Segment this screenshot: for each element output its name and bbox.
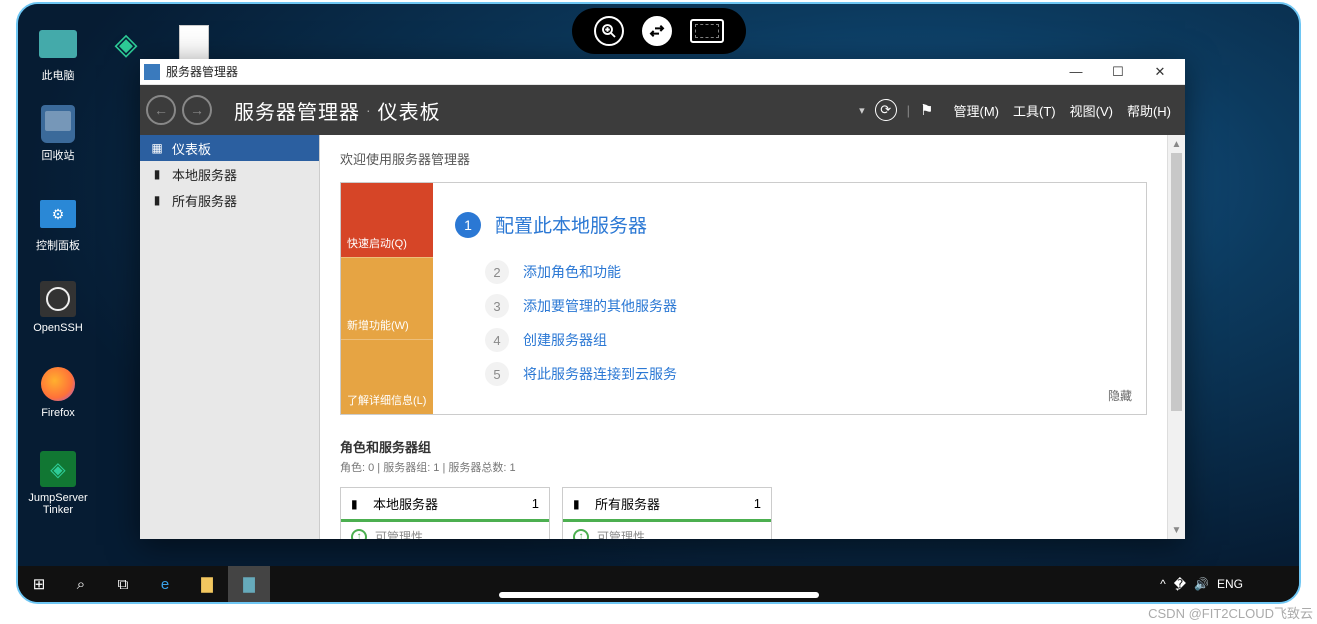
hide-link[interactable]: 隐藏 [1108, 387, 1132, 404]
icon-label: 控制面板 [36, 240, 80, 252]
tray-language[interactable]: ENG [1217, 577, 1243, 591]
task-view-button[interactable]: ⧉ [102, 566, 144, 602]
desktop-icon-firefox[interactable]: Firefox [28, 364, 88, 419]
scroll-down-button[interactable]: ▼ [1168, 521, 1185, 539]
group-tile-all[interactable]: ▮所有服务器1 ↑可管理性 [562, 487, 772, 539]
groups-sub: 角色: 0 | 服务器组: 1 | 服务器总数: 1 [340, 459, 1147, 475]
sidebar-item-local-server[interactable]: ▮ 本地服务器 [140, 161, 319, 187]
icon-label: Firefox [41, 407, 75, 419]
scroll-up-button[interactable]: ▲ [1168, 135, 1185, 153]
vertical-scrollbar[interactable]: ▲ ▼ [1167, 135, 1185, 539]
breadcrumb-app: 服务器管理器 [234, 96, 360, 125]
sidebar-item-all-servers[interactable]: ▮ 所有服务器 [140, 187, 319, 213]
refresh-icon[interactable]: ⟳ [875, 99, 897, 121]
icon-label: 此电脑 [42, 70, 75, 82]
status-ok-icon: ↑ [351, 529, 367, 540]
remote-toolbar [572, 8, 746, 54]
menu-tools[interactable]: 工具(T) [1013, 101, 1056, 120]
titlebar[interactable]: 服务器管理器 — ☐ ✕ [140, 59, 1185, 85]
breadcrumb-sep: · [366, 102, 372, 118]
sidebar-item-label: 本地服务器 [172, 165, 237, 184]
step-add-servers[interactable]: 3添加要管理的其他服务器 [485, 294, 1124, 318]
category-whats-new[interactable]: 新增功能(W) [341, 257, 433, 338]
step-cloud-connect[interactable]: 5将此服务器连接到云服务 [485, 362, 1124, 386]
remote-session-frame: 此电脑 回收站 ⚙控制面板 OpenSSH Firefox ◈JumpServe… [16, 2, 1301, 604]
desktop-icon-control-panel[interactable]: ⚙控制面板 [28, 194, 88, 253]
category-learn-more[interactable]: 了解详细信息(L) [341, 339, 433, 414]
back-button[interactable]: ← [146, 95, 176, 125]
tray-network-icon[interactable]: �ָ [1174, 577, 1186, 591]
zoom-in-icon[interactable] [594, 16, 624, 46]
group-tile-local[interactable]: ▮本地服务器1 ↑可管理性 [340, 487, 550, 539]
gesture-handle[interactable] [499, 592, 819, 598]
tray-volume-icon[interactable]: 🔊 [1194, 577, 1209, 591]
breadcrumb: 服务器管理器 · 仪表板 [234, 96, 441, 125]
icon-label: OpenSSH [33, 322, 83, 334]
menu-view[interactable]: 视图(V) [1070, 101, 1113, 120]
welcome-card: 快速启动(Q) 新增功能(W) 了解详细信息(L) 1配置此本地服务器 2添加角… [340, 182, 1147, 415]
groups-header: 角色和服务器组 [340, 437, 1147, 456]
icon-label: 回收站 [42, 150, 75, 162]
flag-icon[interactable]: ⚑ [920, 101, 933, 119]
dashboard-icon: ▦ [150, 141, 164, 155]
sidebar-item-label: 所有服务器 [172, 191, 237, 210]
group-count: 1 [532, 496, 539, 511]
keyboard-icon[interactable] [690, 19, 724, 43]
sidebar: ▦ 仪表板 ▮ 本地服务器 ▮ 所有服务器 [140, 135, 320, 539]
forward-button[interactable]: → [182, 95, 212, 125]
ribbon: ← → 服务器管理器 · 仪表板 ▾ ⟳ | ⚑ 管理(M) 工具(T) 视 [140, 85, 1185, 135]
tray-chevron-icon[interactable]: ^ [1160, 577, 1166, 591]
taskbar-explorer[interactable]: ▇ [186, 566, 228, 602]
sidebar-item-dashboard[interactable]: ▦ 仪表板 [140, 135, 319, 161]
desktop-icon-openssh[interactable]: OpenSSH [28, 279, 88, 334]
search-button[interactable]: ⌕ [60, 566, 102, 602]
taskbar-server-manager[interactable]: ▇ [228, 566, 270, 602]
breadcrumb-page: 仪表板 [378, 96, 441, 125]
desktop-icon-jumpserver[interactable]: ◈JumpServer Tinker [28, 449, 88, 516]
group-count: 1 [754, 496, 761, 511]
watermark: CSDN @FIT2CLOUD飞致云 [1148, 603, 1313, 622]
server-icon: ▮ [351, 497, 365, 511]
server-manager-window: 服务器管理器 — ☐ ✕ ← → 服务器管理器 · 仪表板 ▾ ⟳ | [140, 59, 1185, 539]
minimize-button[interactable]: — [1055, 60, 1097, 84]
scroll-thumb[interactable] [1171, 153, 1182, 411]
maximize-button[interactable]: ☐ [1097, 60, 1139, 84]
icon-label: JumpServer Tinker [28, 492, 87, 516]
remote-swap-icon[interactable] [642, 16, 672, 46]
menu-help[interactable]: 帮助(H) [1127, 101, 1171, 120]
category-quick-start[interactable]: 快速启动(Q) [341, 183, 433, 257]
desktop-icon-recycle-bin[interactable]: 回收站 [28, 104, 88, 163]
step-configure-local[interactable]: 1配置此本地服务器 [455, 211, 1124, 238]
start-button[interactable]: ⊞ [18, 566, 60, 602]
desktop[interactable]: 此电脑 回收站 ⚙控制面板 OpenSSH Firefox ◈JumpServe… [18, 4, 1299, 602]
close-button[interactable]: ✕ [1139, 60, 1181, 84]
menu-manage[interactable]: 管理(M) [954, 101, 1000, 120]
window-title: 服务器管理器 [166, 63, 238, 80]
main-content: 欢迎使用服务器管理器 快速启动(Q) 新增功能(W) 了解详细信息(L) 1配置… [320, 135, 1167, 539]
desktop-icon-computer[interactable]: 此电脑 [28, 24, 88, 83]
servers-icon: ▮ [150, 193, 164, 207]
welcome-header: 欢迎使用服务器管理器 [340, 149, 1147, 168]
step-add-roles[interactable]: 2添加角色和功能 [485, 260, 1124, 284]
welcome-categories: 快速启动(Q) 新增功能(W) 了解详细信息(L) [341, 183, 433, 414]
servers-icon: ▮ [573, 497, 587, 511]
sidebar-item-label: 仪表板 [172, 139, 211, 158]
status-ok-icon: ↑ [573, 529, 589, 540]
app-icon [144, 64, 160, 80]
step-create-group[interactable]: 4创建服务器组 [485, 328, 1124, 352]
server-icon: ▮ [150, 167, 164, 181]
taskbar-ie[interactable]: e [144, 566, 186, 602]
